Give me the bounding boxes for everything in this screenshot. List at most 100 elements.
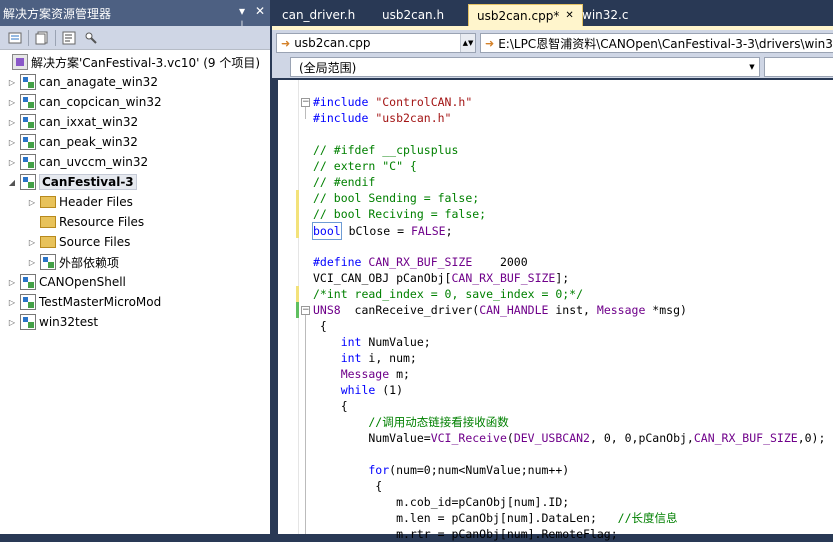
scope-combo[interactable]: (全局范围) ▼ — [290, 57, 760, 77]
code-token: CAN_RX_BUF_SIZE — [693, 431, 798, 445]
navigation-bar: ➜ usb2can.cpp ▲▼ ➜ E:\LPC恩智浦资料\CANOpen\C… — [272, 30, 833, 56]
code-token: DEV_USBCAN2 — [513, 431, 590, 445]
properties-icon[interactable] — [6, 29, 24, 47]
code-line: // #ifdef __cplusplus — [313, 143, 459, 157]
code-token: Message — [313, 367, 390, 381]
tree-item-label: can_peak_win32 — [39, 135, 138, 149]
code-token: ]; — [555, 271, 570, 285]
tree-item-label: can_ixxat_win32 — [39, 115, 139, 129]
tree-item-can-ixxat[interactable]: ▷ can_ixxat_win32 — [0, 112, 270, 132]
scope-bar: (全局范围) ▼ — [272, 56, 833, 78]
tab-label: win32.c — [582, 8, 629, 22]
chevron-down-icon[interactable]: ▼ — [745, 58, 759, 76]
tab-can-driver-h[interactable]: can_driver.h — [274, 4, 363, 26]
code-token: Message — [596, 303, 646, 317]
tree-item-header-files[interactable]: ▷ Header Files — [0, 192, 270, 212]
tree-item-label: CANOpenShell — [39, 275, 126, 289]
folder-icon — [40, 216, 56, 228]
expand-arrow-icon[interactable]: ▷ — [6, 278, 18, 287]
solution-root[interactable]: 解决方案'CanFestival-3.vc10' (9 个项目) — [0, 52, 270, 72]
code-token: CAN_RX_BUF_SIZE — [451, 271, 556, 285]
solution-tree: 解决方案'CanFestival-3.vc10' (9 个项目) ▷ can_a… — [0, 52, 270, 332]
expand-arrow-icon[interactable]: ▷ — [6, 298, 18, 307]
show-all-files-icon[interactable] — [33, 29, 51, 47]
tree-item-label: can_copcican_win32 — [39, 95, 162, 109]
code-editor[interactable]: − − #include "ControlCAN.h" #include "us… — [278, 80, 833, 541]
project-icon — [20, 314, 36, 330]
code-token: m.len = pCanObj[num].DataLen; — [313, 511, 618, 525]
code-token: , 0, 0,pCanObj, — [589, 431, 694, 445]
code-token: int — [313, 351, 362, 365]
tree-item-label: can_anagate_win32 — [39, 75, 158, 89]
tab-win32-c[interactable]: win32.c — [574, 4, 636, 26]
code-token: #define — [313, 255, 362, 269]
code-token: 2000 — [472, 255, 528, 269]
code-token: *msg) — [645, 303, 687, 317]
code-token: //长度信息 — [617, 511, 678, 525]
project-icon — [20, 154, 36, 170]
code-token: int — [313, 335, 362, 349]
tree-item-testmastermicromod[interactable]: ▷ TestMasterMicroMod — [0, 292, 270, 312]
tree-item-label: 外部依赖项 — [59, 255, 120, 270]
member-combo[interactable] — [764, 57, 833, 77]
file-combo-value: usb2can.cpp — [294, 36, 371, 50]
expand-arrow-icon[interactable]: ▷ — [26, 198, 38, 207]
expand-arrow-icon[interactable]: ▷ — [6, 138, 18, 147]
tab-usb2can-h[interactable]: usb2can.h — [374, 4, 452, 26]
tree-item-can-copcican[interactable]: ▷ can_copcican_win32 — [0, 92, 270, 112]
code-line: // bool Reciving = false; — [313, 207, 487, 221]
tab-label: usb2can.h — [382, 8, 445, 22]
tree-item-win32test[interactable]: ▷ win32test — [0, 312, 270, 332]
code-token: m; — [389, 367, 410, 381]
path-combo[interactable]: ➜ E:\LPC恩智浦资料\CANOpen\CanFestival-3-3\dr… — [480, 33, 833, 53]
tab-usb2can-cpp[interactable]: usb2can.cpp* ✕ — [468, 4, 583, 26]
code-line: { — [313, 399, 348, 413]
code-line: m.len = pCanObj[num].DataLen; //长度信息 — [313, 510, 825, 526]
folder-icon — [40, 236, 56, 248]
code-line: int NumValue; — [313, 334, 825, 350]
code-token: FALSE — [410, 224, 446, 238]
code-line: { — [313, 319, 327, 333]
code-line: // extern "C" { — [313, 159, 417, 173]
code-token: (1) — [375, 383, 404, 397]
tree-item-external-deps[interactable]: ▷ 外部依赖项 — [0, 252, 270, 272]
expand-arrow-icon[interactable]: ▷ — [6, 98, 18, 107]
expand-arrow-icon[interactable]: ▷ — [6, 158, 18, 167]
solution-explorer: 解决方案资源管理器 ▾ ⊥ ✕ 解决方案'CanFestival-3.vc10'… — [0, 0, 270, 534]
solution-explorer-title: 解决方案资源管理器 — [3, 6, 112, 21]
expand-arrow-icon[interactable]: ▷ — [6, 318, 18, 327]
class-diagram-icon[interactable] — [82, 29, 100, 47]
close-tab-icon[interactable]: ✕ — [565, 10, 573, 21]
project-icon — [20, 74, 36, 90]
tree-item-can-peak[interactable]: ▷ can_peak_win32 — [0, 132, 270, 152]
tree-item-canfestival-3[interactable]: ◢ CanFestival-3 — [0, 172, 270, 192]
tree-item-resource-files[interactable]: Resource Files — [0, 212, 270, 232]
expand-arrow-icon[interactable]: ▷ — [26, 258, 38, 267]
collapse-arrow-icon[interactable]: ◢ — [6, 178, 18, 187]
fold-guide — [305, 107, 306, 119]
code-token: NumValue= — [313, 431, 431, 445]
fold-collapse-icon[interactable]: − — [301, 306, 310, 315]
tree-item-canopenshell[interactable]: ▷ CANOpenShell — [0, 272, 270, 292]
tree-item-can-uvccm[interactable]: ▷ can_uvccm_win32 — [0, 152, 270, 172]
tree-item-source-files[interactable]: ▷ Source Files — [0, 232, 270, 252]
code-token: while — [313, 383, 376, 397]
file-combo[interactable]: ➜ usb2can.cpp ▲▼ — [276, 33, 476, 53]
expand-arrow-icon[interactable]: ▷ — [6, 78, 18, 87]
fold-guide — [305, 315, 306, 534]
code-token: #include — [313, 95, 369, 109]
tab-label: usb2can.cpp* — [477, 8, 560, 23]
fold-collapse-icon[interactable]: − — [301, 98, 310, 107]
code-token: NumValue; — [361, 335, 431, 349]
expand-arrow-icon[interactable]: ▷ — [6, 118, 18, 127]
expand-arrow-icon[interactable]: ▷ — [26, 238, 38, 247]
code-token: "usb2can.h" — [368, 111, 452, 125]
code-token: i, num; — [361, 351, 417, 365]
code-line: #include "ControlCAN.h" — [313, 94, 825, 110]
tree-item-can-anagate[interactable]: ▷ can_anagate_win32 — [0, 72, 270, 92]
view-code-icon[interactable] — [60, 29, 78, 47]
editor-tab-strip: can_driver.h usb2can.h usb2can.cpp* ✕ win… — [272, 0, 833, 26]
code-line: for(num=0;num<NumValue;num++) — [313, 462, 825, 478]
spinner-icon[interactable]: ▲▼ — [460, 34, 475, 52]
